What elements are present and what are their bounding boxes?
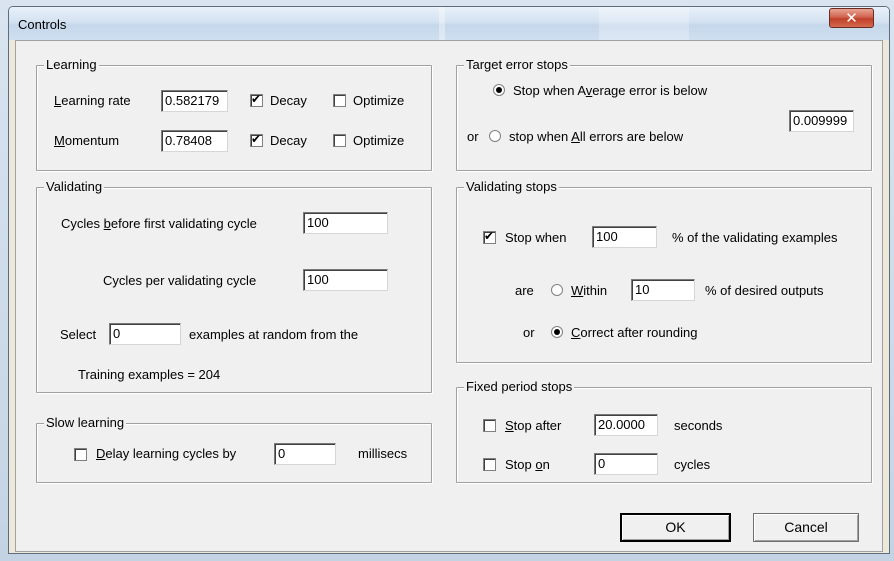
- delay-learning-checkbox[interactable]: [74, 448, 87, 461]
- correct-after-rounding-label: Correct after rounding: [571, 325, 698, 340]
- cycles-before-first-input[interactable]: 100: [303, 212, 388, 234]
- delay-millisecs-input[interactable]: 0: [274, 443, 336, 465]
- validating-examples-label: % of the validating examples: [672, 230, 838, 245]
- close-button[interactable]: ✕: [829, 8, 874, 28]
- target-error-legend: Target error stops: [464, 57, 570, 73]
- or-label: or: [467, 129, 479, 144]
- learning-legend: Learning: [44, 57, 99, 73]
- seconds-label: seconds: [674, 418, 723, 433]
- title-glass-highlight: [439, 7, 445, 40]
- learning-group: Learning Learning rate 0.582179 Decay Op…: [36, 57, 432, 171]
- stop-on-label: Stop on: [505, 457, 550, 472]
- stop-after-seconds-input[interactable]: 20.0000: [594, 414, 658, 436]
- stop-average-error-label: Stop when Average error is below: [513, 83, 708, 98]
- title-glass-highlight: [599, 7, 689, 40]
- desired-outputs-label: % of desired outputs: [705, 283, 824, 298]
- stop-on-cycles-input[interactable]: 0: [594, 453, 658, 475]
- dialog-client-area: Learning Learning rate 0.582179 Decay Op…: [15, 40, 883, 552]
- stop-percent-input[interactable]: 100: [592, 226, 657, 248]
- learning-rate-optimize-label: Optimize: [353, 93, 405, 108]
- controls-dialog: Controls ✕ Learning Learning rate 0.5821…: [8, 6, 890, 554]
- cycles-before-first-label: Cycles before first validating cycle: [61, 216, 257, 231]
- millisecs-label: millisecs: [358, 446, 408, 461]
- or-label: or: [523, 325, 535, 340]
- select-suffix-label: examples at random from the: [189, 327, 359, 342]
- stop-after-label: Stop after: [505, 418, 562, 433]
- slow-learning-legend: Slow learning: [44, 415, 127, 431]
- stop-all-errors-label: stop when All errors are below: [509, 129, 684, 144]
- training-examples-label: Training examples = 204: [78, 367, 221, 382]
- learning-rate-decay-checkbox[interactable]: [250, 92, 263, 107]
- validating-group: Validating Cycles before first validatin…: [36, 179, 432, 393]
- momentum-decay-label: Decay: [270, 133, 307, 148]
- within-percent-input[interactable]: 10: [631, 279, 695, 301]
- stop-after-checkbox[interactable]: [483, 419, 496, 432]
- learning-rate-label: Learning rate: [54, 93, 131, 108]
- learning-rate-optimize-checkbox[interactable]: [333, 94, 346, 107]
- stop-all-errors-radio[interactable]: [489, 130, 501, 142]
- error-threshold-input[interactable]: 0.009999: [789, 110, 854, 132]
- learning-rate-input[interactable]: 0.582179: [161, 90, 228, 112]
- close-icon: ✕: [845, 9, 858, 27]
- fixed-period-legend: Fixed period stops: [464, 379, 575, 395]
- select-count-input[interactable]: 0: [109, 323, 181, 345]
- fixed-period-stops-group: Fixed period stops Stop after 20.0000 se…: [456, 379, 872, 483]
- select-label: Select: [60, 327, 97, 342]
- within-radio[interactable]: [551, 284, 563, 296]
- cycles-label: cycles: [674, 457, 711, 472]
- validating-stops-legend: Validating stops: [464, 179, 559, 195]
- correct-after-rounding-radio[interactable]: [551, 326, 563, 338]
- cycles-per-validating-label: Cycles per validating cycle: [103, 273, 257, 288]
- validating-stops-group: Validating stops Stop when 100 % of the …: [456, 179, 872, 363]
- stop-on-checkbox[interactable]: [483, 458, 496, 471]
- learning-rate-decay-label: Decay: [270, 93, 307, 108]
- stop-average-error-radio[interactable]: [493, 84, 505, 96]
- title-bar[interactable]: Controls ✕: [9, 7, 889, 40]
- validating-legend: Validating: [44, 179, 105, 195]
- cancel-button[interactable]: Cancel: [753, 513, 859, 542]
- target-error-stops-group: Target error stops Stop when Average err…: [456, 57, 872, 171]
- momentum-input[interactable]: 0.78408: [161, 130, 228, 152]
- are-label: are: [515, 283, 534, 298]
- stop-when-label: Stop when: [505, 230, 567, 245]
- ok-button[interactable]: OK: [620, 513, 731, 542]
- momentum-decay-checkbox[interactable]: [250, 132, 263, 147]
- momentum-optimize-label: Optimize: [353, 133, 405, 148]
- momentum-label: Momentum: [54, 133, 120, 148]
- cycles-per-validating-input[interactable]: 100: [303, 269, 388, 291]
- within-label: Within: [571, 283, 608, 298]
- slow-learning-group: Slow learning Delay learning cycles by 0…: [36, 415, 432, 483]
- stop-when-checkbox[interactable]: [483, 229, 496, 244]
- delay-learning-label: Delay learning cycles by: [96, 446, 237, 461]
- momentum-optimize-checkbox[interactable]: [333, 134, 346, 147]
- window-title: Controls: [18, 17, 67, 32]
